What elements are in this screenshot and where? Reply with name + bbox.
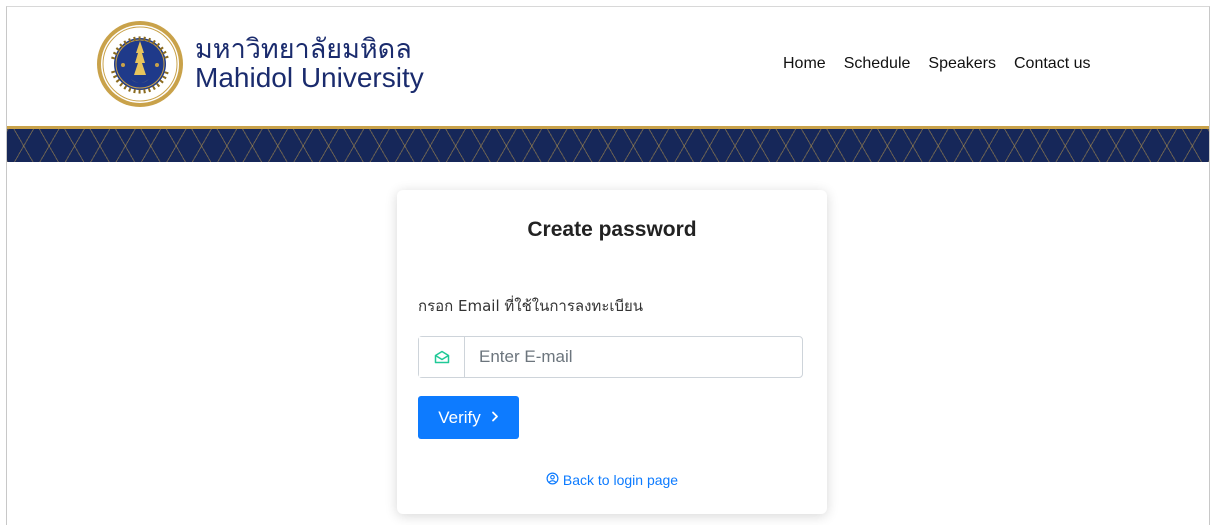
- site-header: มหาวิทยาลัยมหิดล Mahidol University Home…: [7, 7, 1209, 126]
- email-input-group: [418, 336, 803, 378]
- email-label: กรอก Email ที่ใช้ในการลงทะเบียน: [418, 297, 644, 315]
- brand-name-english: Mahidol University: [195, 62, 424, 93]
- card-title: Create password: [527, 218, 697, 241]
- nav-speakers[interactable]: Speakers: [928, 55, 996, 73]
- nav-schedule[interactable]: Schedule: [844, 55, 911, 73]
- email-input[interactable]: [465, 337, 802, 377]
- brand-name-thai: มหาวิทยาลัยมหิดล: [195, 34, 412, 65]
- main-nav: Home Schedule Speakers Contact us: [783, 55, 1090, 73]
- seal-icon: [97, 21, 183, 107]
- chevron-right-icon: [491, 410, 499, 425]
- back-link-label: Back to login page: [562, 472, 679, 488]
- pattern-banner: [7, 129, 1209, 162]
- page-frame: มหาวิทยาลัยมหิดล Mahidol University Home…: [6, 6, 1210, 525]
- back-to-login-link[interactable]: Back to login page: [397, 472, 827, 488]
- create-password-card: Create password กรอก Email ที่ใช้ในการลง…: [397, 190, 827, 514]
- university-logo[interactable]: [95, 19, 185, 109]
- user-circle-icon: [546, 472, 559, 488]
- verify-button[interactable]: Verify: [418, 396, 519, 439]
- nav-contact-us[interactable]: Contact us: [1014, 55, 1090, 73]
- verify-button-label: Verify: [438, 407, 481, 427]
- nav-home[interactable]: Home: [783, 55, 826, 73]
- envelope-open-icon: [419, 337, 465, 377]
